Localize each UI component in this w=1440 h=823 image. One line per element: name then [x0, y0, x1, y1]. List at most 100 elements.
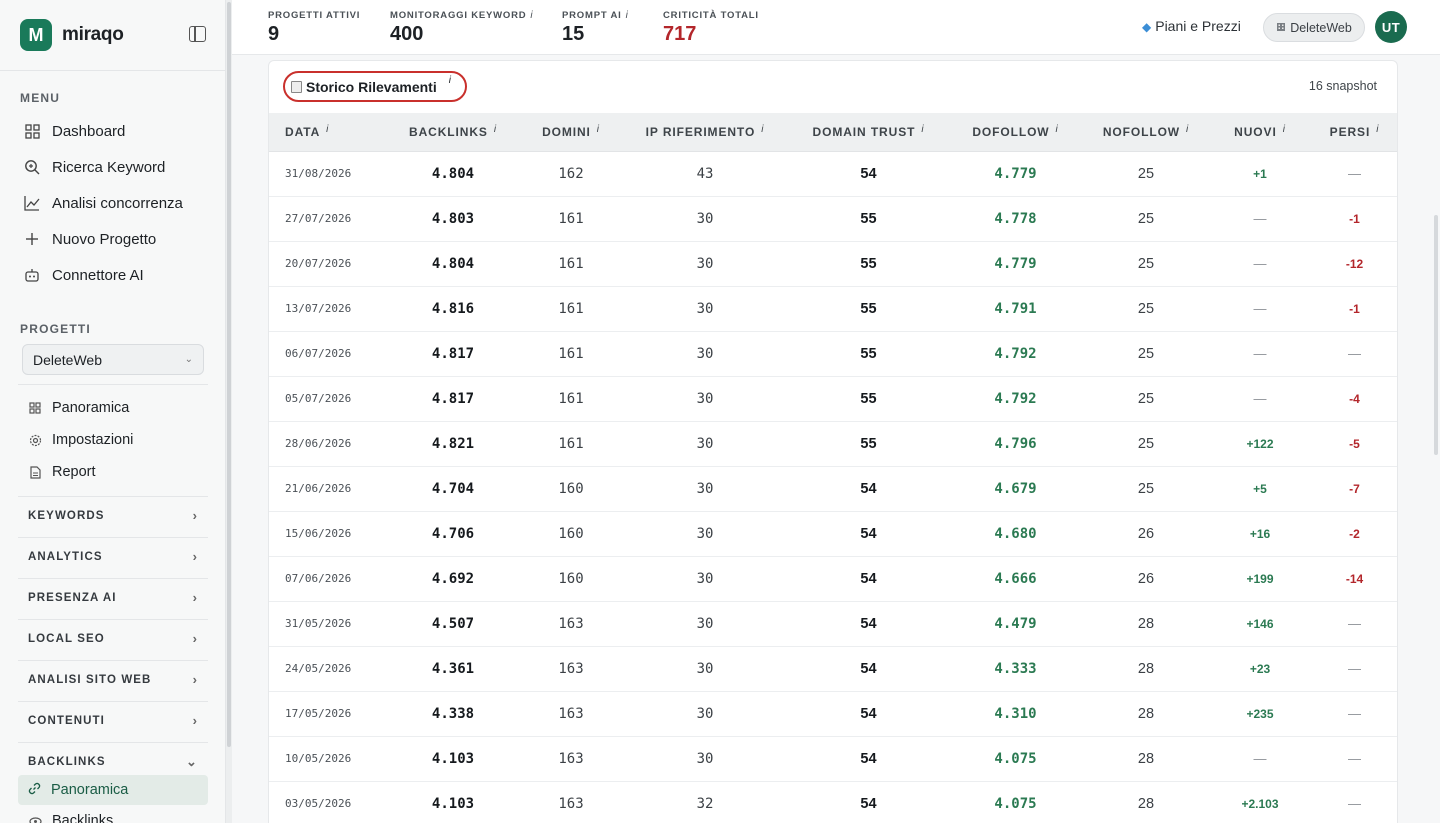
- column-header-nofollow[interactable]: NOFOLLOW i: [1082, 113, 1210, 152]
- column-header-backlinks[interactable]: BACKLINKS i: [386, 113, 520, 152]
- table-row[interactable]: 13/07/2026 4.816 161 30 55 4.791 25 — -1: [269, 286, 1397, 332]
- table-row[interactable]: 31/05/2026 4.507 163 30 54 4.479 28 +146 —: [269, 601, 1397, 647]
- cell-value: -1: [1349, 211, 1360, 226]
- workspace-button[interactable]: DeleteWeb: [1263, 13, 1365, 42]
- column-header-nuovi[interactable]: NUOVI i: [1210, 113, 1310, 152]
- cell-dofollow: 4.679: [949, 466, 1082, 512]
- cell-nuovi: —: [1210, 241, 1310, 287]
- info-icon[interactable]: i: [494, 124, 497, 135]
- backlinks-item-panoramica[interactable]: Panoramica: [18, 775, 208, 805]
- group-keywords[interactable]: KEYWORDS ›: [18, 496, 208, 534]
- column-header-dofollow[interactable]: DOFOLLOW i: [949, 113, 1082, 152]
- table-row[interactable]: 03/05/2026 4.103 163 32 54 4.075 28 +2.103 —: [269, 781, 1397, 823]
- group-label: ANALISI SITO WEB: [28, 673, 152, 686]
- table-row[interactable]: 05/07/2026 4.817 161 30 55 4.792 25 — -4: [269, 376, 1397, 422]
- cell-persi: -4: [1310, 376, 1397, 422]
- cell-value: 30: [696, 525, 714, 542]
- column-header-data[interactable]: DATA i: [269, 113, 386, 152]
- card-title: Storico Rilevamenti i: [283, 71, 467, 102]
- brand[interactable]: M miraqo: [20, 19, 124, 51]
- cell-date: 10/05/2026: [269, 736, 386, 782]
- table-row[interactable]: 17/05/2026 4.338 163 30 54 4.310 28 +235 —: [269, 691, 1397, 737]
- column-header-domain-trust[interactable]: DOMAIN TRUST i: [788, 113, 949, 152]
- pricing-link[interactable]: ◆ Piani e Prezzi: [1142, 18, 1241, 34]
- info-icon[interactable]: i: [921, 124, 924, 135]
- table-row[interactable]: 06/07/2026 4.817 161 30 55 4.792 25 — —: [269, 331, 1397, 377]
- group-local-seo[interactable]: LOCAL SEO ›: [18, 619, 208, 657]
- nav-item-analisi-concorrenza[interactable]: Analisi concorrenza: [24, 191, 183, 215]
- info-icon[interactable]: i: [1056, 124, 1059, 135]
- project-item-impostazioni[interactable]: Impostazioni: [28, 429, 133, 451]
- info-icon[interactable]: i: [761, 124, 764, 135]
- group-analytics[interactable]: ANALYTICS ›: [18, 537, 208, 575]
- cell-value: 4.680: [994, 525, 1037, 542]
- nav-item-ricerca-keyword[interactable]: Ricerca Keyword: [24, 155, 165, 179]
- cell-persi: —: [1310, 331, 1397, 377]
- project-item-panoramica[interactable]: Panoramica: [28, 397, 129, 419]
- nav-item-dashboard[interactable]: Dashboard: [24, 119, 125, 143]
- column-header-domini[interactable]: DOMINI i: [520, 113, 622, 152]
- cell-date: 20/07/2026: [269, 241, 386, 287]
- cell-date: 17/05/2026: [269, 691, 386, 737]
- table-row[interactable]: 07/06/2026 4.692 160 30 54 4.666 26 +199 -14: [269, 556, 1397, 602]
- cell-value: 4.816: [431, 300, 475, 317]
- group-presenza-ai[interactable]: PRESENZA AI ›: [18, 578, 208, 616]
- cell-nofollow: 25: [1082, 376, 1210, 422]
- column-header-ip-riferimento[interactable]: IP RIFERIMENTO i: [622, 113, 788, 152]
- main-scrollbar[interactable]: [1434, 215, 1438, 455]
- table-row[interactable]: 10/05/2026 4.103 163 30 54 4.075 28 — —: [269, 736, 1397, 782]
- cell-date: 31/08/2026: [269, 151, 386, 197]
- cell-date: 28/06/2026: [269, 421, 386, 467]
- card-header: Storico Rilevamenti i 16 snapshot: [269, 61, 1397, 113]
- info-icon[interactable]: i: [1376, 124, 1379, 135]
- cell-value: 30: [696, 660, 714, 677]
- cell-value: 4.778: [994, 210, 1037, 227]
- table-row[interactable]: 20/07/2026 4.804 161 30 55 4.779 25 — -12: [269, 241, 1397, 287]
- cell-backlinks: 4.103: [386, 781, 520, 823]
- cell-date: 15/06/2026: [269, 511, 386, 557]
- sidebar-toggle-icon[interactable]: [189, 26, 206, 42]
- menu-label: MENU: [20, 91, 61, 105]
- info-icon[interactable]: i: [530, 10, 533, 21]
- project-item-report[interactable]: Report: [28, 461, 96, 483]
- info-icon[interactable]: i: [449, 75, 451, 86]
- cell-nofollow: 25: [1082, 196, 1210, 242]
- table-row[interactable]: 27/07/2026 4.803 161 30 55 4.778 25 — -1: [269, 196, 1397, 242]
- cell-domain-trust: 54: [788, 646, 949, 692]
- cell-value: 4.792: [994, 390, 1037, 407]
- cell-date: 24/05/2026: [269, 646, 386, 692]
- info-icon[interactable]: i: [597, 124, 600, 135]
- info-icon[interactable]: i: [326, 124, 329, 135]
- cell-domini: 161: [520, 286, 622, 332]
- column-header-persi[interactable]: PERSI i: [1310, 113, 1397, 152]
- cell-value: 30: [696, 750, 714, 767]
- table-row[interactable]: 21/06/2026 4.704 160 30 54 4.679 25 +5 -7: [269, 466, 1397, 512]
- cell-value: 54: [860, 660, 877, 677]
- cell-ip: 30: [622, 736, 788, 782]
- cell-value: 25: [1137, 345, 1155, 362]
- cell-ip: 43: [622, 151, 788, 197]
- project-select[interactable]: DeleteWeb ⌄: [22, 344, 204, 375]
- nav-item-nuovo-progetto[interactable]: Nuovo Progetto: [24, 227, 156, 251]
- cell-value: 32: [696, 795, 714, 812]
- group-analisi-sito-web[interactable]: ANALISI SITO WEB ›: [18, 660, 208, 698]
- cell-backlinks: 4.817: [386, 376, 520, 422]
- backlinks-item-backlinks[interactable]: Backlinks: [28, 810, 113, 823]
- history-table: DATA i BACKLINKS i DOMINI i IP RIFERIMENTO i DOM…: [269, 113, 1397, 823]
- info-icon[interactable]: i: [626, 10, 629, 21]
- scrollbar-thumb[interactable]: [227, 2, 231, 747]
- table-row[interactable]: 31/08/2026 4.804 162 43 54 4.779 25 +1 —: [269, 151, 1397, 197]
- sidebar-scrollbar[interactable]: [226, 0, 232, 823]
- stat-criticita-totali: CRITICITÀ TOTALI 717: [663, 10, 759, 46]
- group-contenuti[interactable]: CONTENUTI ›: [18, 701, 208, 739]
- table-row[interactable]: 15/06/2026 4.706 160 30 54 4.680 26 +16 -2: [269, 511, 1397, 557]
- avatar[interactable]: UT: [1375, 11, 1407, 43]
- cell-value: +146: [1246, 616, 1274, 631]
- nav-item-connettore-ai[interactable]: Connettore AI: [24, 263, 144, 287]
- info-icon[interactable]: i: [1283, 124, 1286, 135]
- cell-value: 4.361: [431, 660, 475, 677]
- table-row[interactable]: 24/05/2026 4.361 163 30 54 4.333 28 +23 —: [269, 646, 1397, 692]
- info-icon[interactable]: i: [1186, 124, 1189, 135]
- table-row[interactable]: 28/06/2026 4.821 161 30 55 4.796 25 +122 -5: [269, 421, 1397, 467]
- column-header-label: IP RIFERIMENTO: [645, 124, 756, 139]
